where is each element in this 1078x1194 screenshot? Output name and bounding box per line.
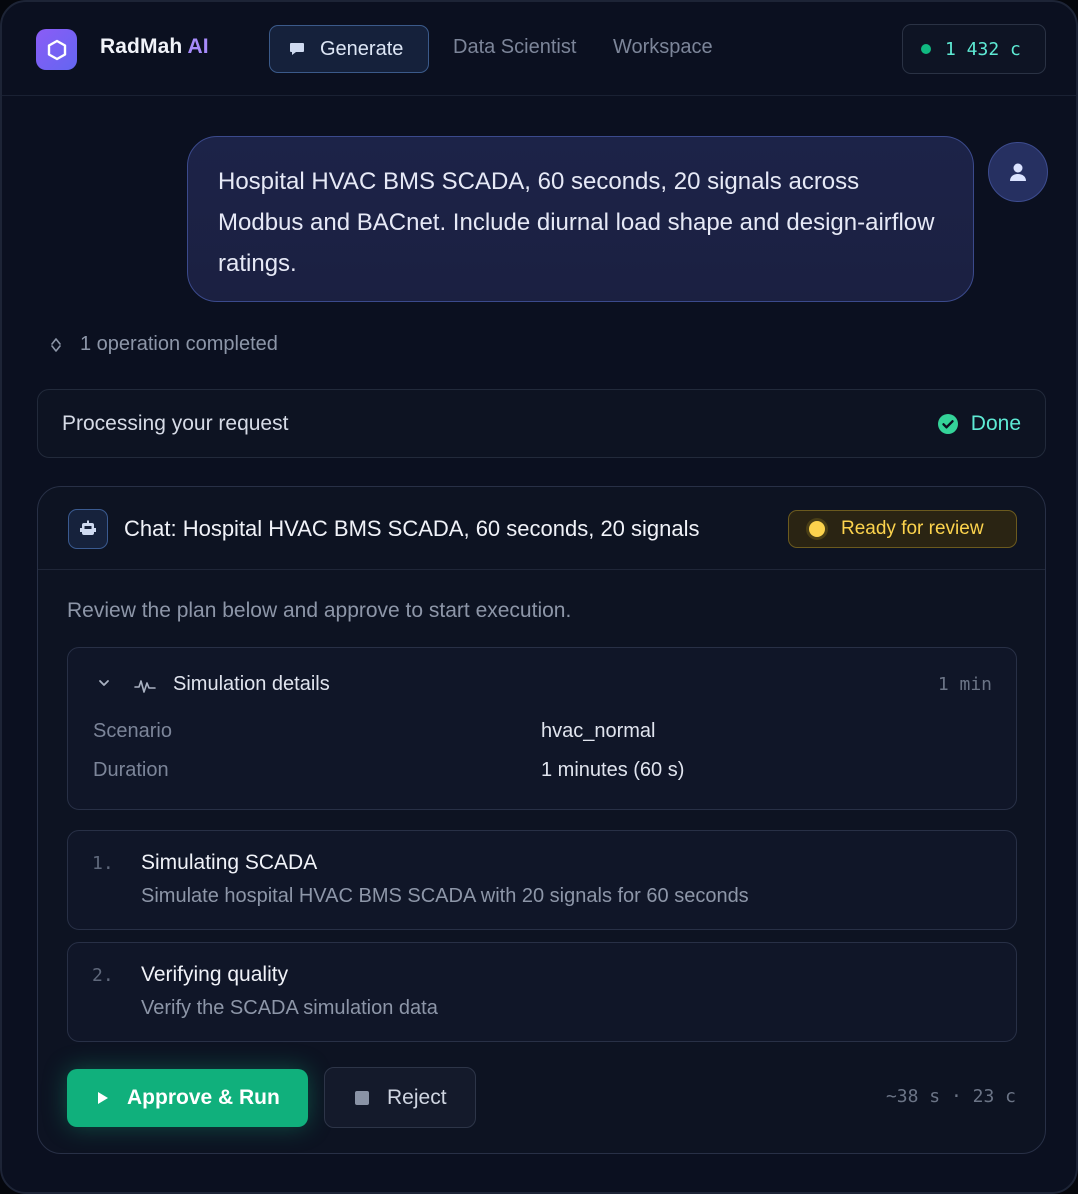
- waveform-icon: [134, 680, 156, 693]
- simulation-duration-badge: 1 min: [937, 674, 992, 695]
- user-icon: [1010, 163, 1026, 181]
- user-avatar[interactable]: [988, 142, 1048, 202]
- user-message-bubble: Hospital HVAC BMS SCADA, 60 seconds, 20 …: [187, 136, 974, 302]
- plan-card-header: Chat: Hospital HVAC BMS SCADA, 60 second…: [38, 487, 1045, 570]
- expand-diamond-icon: [51, 337, 61, 352]
- top-bar: RadMah AI Generate Data Scientist Worksp…: [2, 2, 1076, 96]
- step-number: 2.: [92, 965, 114, 986]
- processing-status: Done: [937, 412, 1021, 436]
- nav-tab-data-scientist[interactable]: Data Scientist: [453, 36, 576, 59]
- play-icon: [98, 1092, 108, 1104]
- scenario-value: hvac_normal: [541, 720, 656, 742]
- reject-button[interactable]: Reject: [324, 1067, 476, 1128]
- processing-status-text: Done: [970, 412, 1021, 435]
- nav-tab-generate-label: Generate: [320, 37, 404, 60]
- credits-balance[interactable]: 1 432 c: [902, 24, 1046, 74]
- logo-icon[interactable]: [36, 29, 77, 70]
- plan-step: 1. Simulating SCADA Simulate hospital HV…: [67, 830, 1017, 930]
- simulation-details-title[interactable]: Simulation details: [173, 673, 330, 696]
- duration-label: Duration: [93, 759, 169, 781]
- processing-label: Processing your request: [62, 412, 289, 435]
- brand-name: RadMah AI: [100, 35, 209, 59]
- nav-tab-workspace[interactable]: Workspace: [613, 36, 713, 59]
- review-status-badge: Ready for review: [788, 510, 1017, 548]
- plan-step: 2. Verifying quality Verify the SCADA si…: [67, 942, 1017, 1042]
- chevron-down-icon[interactable]: [98, 678, 110, 688]
- simulation-details-panel: Simulation details 1 min Scenario hvac_n…: [67, 647, 1017, 810]
- operations-label: 1 operation completed: [80, 333, 278, 355]
- processing-status-panel: Processing your request Done: [37, 389, 1046, 458]
- step-description: Verify the SCADA simulation data: [141, 997, 438, 1019]
- approve-run-label: Approve & Run: [127, 1086, 280, 1109]
- step-description: Simulate hospital HVAC BMS SCADA with 20…: [141, 885, 749, 907]
- reject-label: Reject: [387, 1085, 447, 1109]
- plan-card: Chat: Hospital HVAC BMS SCADA, 60 second…: [37, 486, 1046, 1154]
- status-dot-icon: [809, 521, 825, 537]
- nav-tab-generate[interactable]: Generate: [269, 25, 429, 73]
- step-title: Simulating SCADA: [141, 851, 318, 874]
- scenario-label: Scenario: [93, 720, 172, 742]
- stop-icon: [355, 1090, 369, 1105]
- plan-title: Chat: Hospital HVAC BMS SCADA, 60 second…: [124, 516, 700, 541]
- cost-estimate: ~38 s · 23 c: [885, 1086, 1016, 1107]
- step-number: 1.: [92, 853, 114, 874]
- operations-toggle[interactable]: 1 operation completed: [50, 333, 278, 356]
- chat-bubble-icon: [290, 43, 304, 55]
- plan-intro: Review the plan below and approve to sta…: [67, 599, 572, 622]
- app-window: RadMah AI Generate Data Scientist Worksp…: [0, 0, 1078, 1194]
- approve-run-button[interactable]: Approve & Run: [67, 1069, 308, 1127]
- check-circle-icon: [937, 414, 958, 434]
- brand-suffix: AI: [187, 35, 209, 58]
- user-message-text: Hospital HVAC BMS SCADA, 60 seconds, 20 …: [218, 168, 935, 277]
- online-dot-icon: [921, 44, 931, 54]
- duration-value: 1 minutes (60 s): [541, 759, 685, 781]
- robot-icon: [68, 509, 108, 549]
- review-status-text: Ready for review: [841, 518, 984, 539]
- brand-text: RadMah: [100, 35, 183, 58]
- credits-value: 1 432 c: [945, 38, 1021, 60]
- step-title: Verifying quality: [141, 963, 289, 986]
